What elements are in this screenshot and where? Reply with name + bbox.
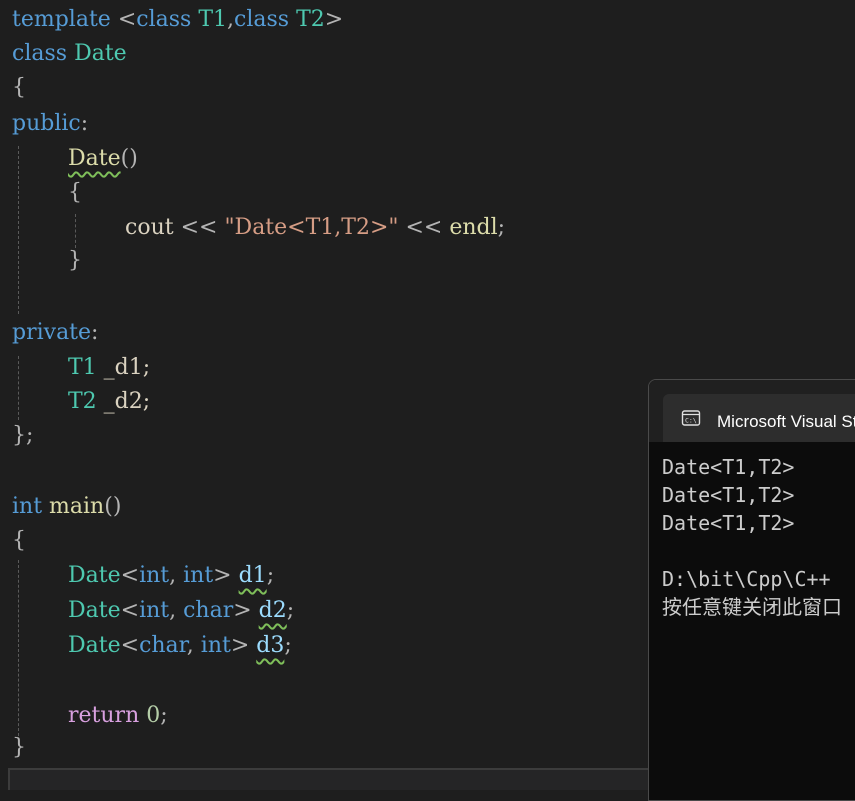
console-tab[interactable]: C:\ Microsoft Visual Studio 调试控制台 [663, 394, 855, 442]
console-output-line: 按任意键关闭此窗口 [662, 595, 842, 619]
indent-guide [18, 356, 19, 420]
code-line[interactable]: { [12, 71, 26, 105]
code-line[interactable]: } [12, 731, 26, 765]
code-line[interactable]: T1 _d1; [68, 351, 150, 385]
code-line[interactable]: cout << "Date<T1,T2>" << endl; [125, 211, 505, 245]
keyword-template: template [12, 7, 111, 32]
code-line[interactable]: } [68, 244, 82, 278]
code-line[interactable]: int main() [12, 490, 121, 524]
code-line[interactable]: template <class T1,class T2> [12, 3, 343, 37]
code-line[interactable]: Date() [68, 142, 138, 176]
indent-guide [18, 560, 19, 736]
console-output-line: Date<T1,T2> [662, 511, 795, 535]
code-line[interactable]: { [68, 176, 82, 210]
function-main: main [49, 494, 105, 519]
code-line[interactable]: T2 _d2; [68, 385, 150, 419]
console-icon: C:\ [681, 410, 701, 426]
code-line[interactable]: return 0; [68, 699, 168, 733]
debug-console-window[interactable]: C:\ Microsoft Visual Studio 调试控制台 Date<T… [648, 379, 855, 801]
code-line[interactable]: Date<int, int> d1; [68, 559, 274, 593]
access-specifier-public: public [12, 111, 81, 136]
horizontal-scrollbar[interactable] [8, 768, 658, 790]
constructor-name: Date [68, 146, 121, 171]
variable-d1: d1 [238, 563, 267, 588]
console-title: Microsoft Visual Studio 调试控制台 [717, 412, 855, 431]
svg-text:C:\: C:\ [685, 417, 697, 425]
code-line[interactable]: public: [12, 107, 88, 141]
code-line[interactable]: }; [12, 419, 33, 453]
console-output-line: Date<T1,T2> [662, 483, 795, 507]
code-line[interactable]: private: [12, 316, 98, 350]
indent-guide [75, 214, 76, 248]
code-line[interactable]: class Date [12, 37, 127, 71]
console-output-line: D:\bit\Cpp\C++ [662, 567, 831, 591]
console-titlebar[interactable]: C:\ Microsoft Visual Studio 调试控制台 [649, 380, 855, 442]
access-specifier-private: private [12, 320, 92, 345]
keyword-return: return [68, 703, 140, 728]
code-line[interactable]: Date<char, int> d3; [68, 629, 292, 663]
code-line[interactable]: { [12, 524, 26, 558]
code-line[interactable]: Date<int, char> d2; [68, 594, 294, 628]
console-output-line: Date<T1,T2> [662, 455, 795, 479]
string-literal: "Date<T1,T2>" [224, 215, 399, 240]
variable-d2: d2 [258, 598, 287, 623]
indent-guide [18, 146, 19, 314]
variable-d3: d3 [256, 633, 285, 658]
class-name: Date [74, 41, 127, 66]
